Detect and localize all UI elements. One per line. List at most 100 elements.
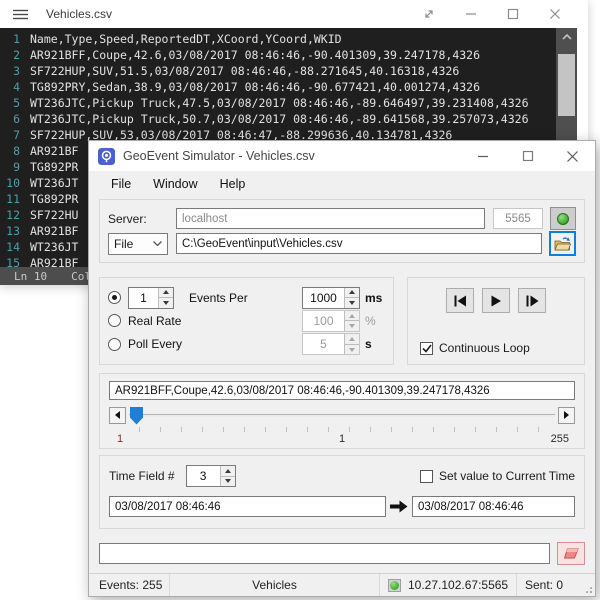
line-text: WT236JT (30, 239, 78, 255)
spin-down-button[interactable] (221, 477, 235, 487)
menu-hamburger-icon[interactable] (13, 9, 28, 20)
playback-group: Continuous Loop (407, 277, 585, 365)
spin-down-button[interactable] (345, 345, 359, 355)
line-text: TG892PR (30, 191, 78, 207)
event-slider[interactable] (129, 414, 555, 417)
poll-stepper[interactable]: 5 (302, 333, 360, 355)
spin-up-button[interactable] (221, 466, 235, 477)
line-text: WT236JTC,Pickup Truck,47.5,03/08/2017 08… (30, 95, 529, 111)
checkmark-icon (422, 344, 432, 353)
geoevent-app-icon (98, 148, 115, 165)
spin-up-button[interactable] (159, 288, 173, 299)
arrow-right-icon (390, 500, 408, 513)
line-number: 8 (0, 143, 30, 159)
minimize-icon[interactable] (450, 0, 492, 28)
server-group: Server: localhost 5565 File C:\GeoEvent\… (99, 199, 585, 263)
interval-stepper[interactable]: 1000 (302, 287, 360, 309)
line-number: 15 (0, 255, 30, 267)
server-port-input[interactable]: 5565 (493, 208, 543, 229)
line-number: 1 (0, 31, 30, 47)
code-line: 4TG892PRY,Sedan,38.9,03/08/2017 08:46:46… (0, 79, 556, 95)
server-label: Server: (108, 212, 176, 226)
simulator-window-title: GeoEvent Simulator - Vehicles.csv (123, 149, 315, 163)
editor-titlebar: Vehicles.csv (0, 0, 588, 28)
rate-group: 1 Events Per 1000 ms Real Rate 100 (99, 277, 394, 365)
skip-to-start-button[interactable] (446, 288, 474, 313)
spin-up-button[interactable] (345, 288, 359, 299)
current-event-input[interactable]: AR921BFF,Coupe,42.6,03/08/2017 08:46:46,… (109, 381, 575, 400)
line-number: 11 (0, 191, 30, 207)
spin-up-button[interactable] (345, 311, 359, 322)
connection-status-icon (557, 213, 569, 225)
line-number: 6 (0, 111, 30, 127)
maximize-icon[interactable] (505, 141, 550, 171)
line-number: 2 (0, 47, 30, 63)
menu-file[interactable]: File (100, 177, 142, 191)
time-from-input[interactable]: 03/08/2017 08:46:46 (109, 496, 386, 517)
connection-led-icon (388, 579, 401, 592)
time-field-label: Time Field # (109, 469, 175, 483)
line-number: 10 (0, 175, 30, 191)
line-text: SF722HU (30, 207, 78, 223)
continuous-loop-label: Continuous Loop (439, 341, 530, 355)
server-host-input[interactable]: localhost (176, 208, 485, 229)
close-icon[interactable] (550, 141, 595, 171)
connect-button[interactable] (550, 207, 576, 230)
resize-grip[interactable] (584, 585, 593, 594)
play-button[interactable] (482, 288, 510, 313)
time-group: Time Field # 3 Set value to Current Time… (99, 455, 585, 529)
browse-file-button[interactable] (549, 231, 576, 256)
event-count-stepper[interactable]: 1 (128, 287, 174, 309)
events-per-radio[interactable] (108, 291, 121, 304)
poll-value: 5 (303, 334, 344, 354)
clear-button[interactable] (557, 542, 585, 565)
close-icon[interactable] (534, 0, 576, 28)
chevron-down-icon (153, 241, 162, 246)
time-field-stepper[interactable]: 3 (186, 465, 236, 487)
scrollbar-thumb[interactable] (558, 54, 575, 116)
maximize-icon[interactable] (492, 0, 534, 28)
real-rate-stepper[interactable]: 100 (302, 310, 360, 332)
spin-down-button[interactable] (345, 321, 359, 331)
step-forward-icon (525, 295, 539, 307)
code-line: 2AR921BFF,Coupe,42.6,03/08/2017 08:46:46… (0, 47, 556, 63)
status-line-number: Ln 10 (14, 270, 47, 283)
progress-input[interactable] (99, 543, 550, 564)
step-forward-button[interactable] (518, 288, 546, 313)
menu-bar: File Window Help (89, 171, 595, 197)
source-type-value: File (114, 237, 133, 251)
poll-every-radio[interactable] (108, 338, 121, 351)
slider-left-button[interactable] (109, 407, 126, 424)
line-number: 12 (0, 207, 30, 223)
menu-help[interactable]: Help (209, 177, 257, 191)
scrollbar-up-icon[interactable] (556, 28, 577, 46)
spin-down-button[interactable] (345, 298, 359, 308)
minimize-icon[interactable] (460, 141, 505, 171)
geoevent-simulator-window: GeoEvent Simulator - Vehicles.csv File W… (88, 140, 596, 597)
time-to-input[interactable]: 03/08/2017 08:46:46 (412, 496, 575, 517)
code-line: 3SF722HUP,SUV,51.5,03/08/2017 08:46:46,-… (0, 63, 556, 79)
events-count: Events: 255 (99, 578, 162, 592)
line-number: 4 (0, 79, 30, 95)
play-icon (490, 295, 502, 307)
menu-window[interactable]: Window (142, 177, 208, 191)
line-number: 3 (0, 63, 30, 79)
spin-up-button[interactable] (345, 334, 359, 345)
real-rate-label: Real Rate (128, 314, 181, 328)
source-type-select[interactable]: File (108, 233, 168, 255)
set-current-time-label: Set value to Current Time (439, 469, 575, 483)
continuous-loop-checkbox[interactable] (420, 342, 433, 355)
line-text: WT236JT (30, 175, 78, 191)
slider-thumb[interactable] (130, 407, 143, 425)
real-rate-radio[interactable] (108, 314, 121, 327)
percent-unit-label: % (365, 314, 385, 328)
slider-right-button[interactable] (558, 407, 575, 424)
simulator-titlebar: GeoEvent Simulator - Vehicles.csv (89, 141, 595, 171)
set-current-time-checkbox[interactable] (420, 470, 433, 483)
line-number: 7 (0, 127, 30, 143)
expand-icon[interactable] (408, 0, 450, 28)
spin-down-button[interactable] (159, 298, 173, 308)
line-text: TG892PR (30, 159, 78, 175)
file-path-input[interactable]: C:\GeoEvent\input\Vehicles.csv (176, 233, 542, 254)
line-text: AR921BF (30, 223, 78, 239)
